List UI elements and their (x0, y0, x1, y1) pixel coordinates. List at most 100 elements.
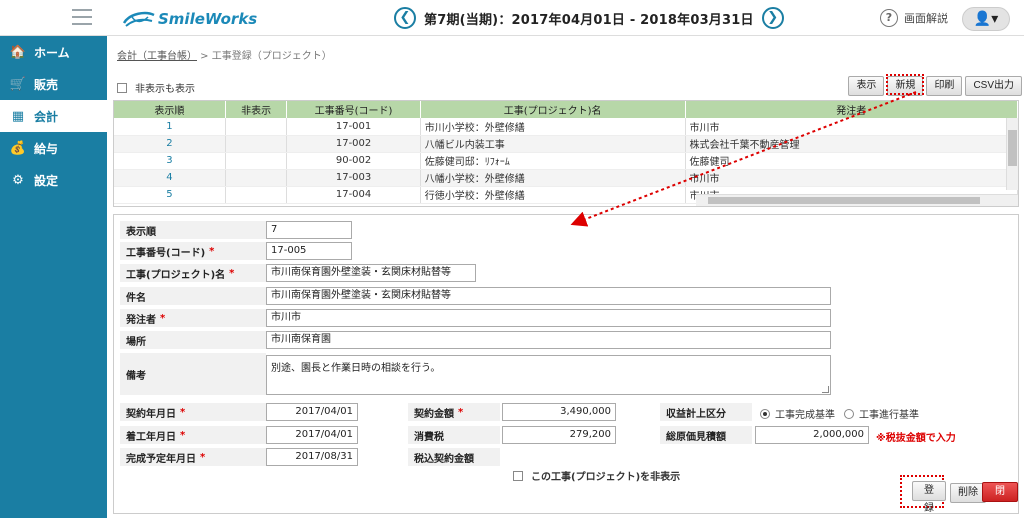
list-horizontal-scrollbar[interactable] (696, 194, 1018, 206)
radio-label: 工事完成基準 (775, 410, 835, 421)
table-header-row: 表示順 非表示 工事番号(コード) 工事(プロジェクト)名 発注者 (114, 101, 1018, 118)
sidebar-item-label: ホーム (34, 45, 70, 60)
cell-name: 行徳小学校：外壁修繕 (420, 186, 686, 204)
sidebar-item-sales[interactable]: 🛒 販売 (0, 68, 107, 100)
sidebar-item-label: 設定 (34, 173, 59, 188)
place-input[interactable]: 市川南保育園 (266, 331, 831, 349)
table-row[interactable]: 2 17-002 八幡ビル内装工事 株式会社千葉不動産管理 (114, 135, 1018, 153)
app-header: SmileWorks ❮ 第7期(当期)：2017年04月01日 - 2018年… (0, 0, 1024, 36)
subject-input[interactable]: 市川南保育園外壁塗装・玄関床材貼替等 (266, 287, 831, 305)
resize-handle-icon[interactable] (822, 386, 829, 393)
revenue-option-progress[interactable]: 工事進行基準 (844, 406, 919, 421)
client-input[interactable]: 市川市 (266, 309, 831, 327)
column-header-code[interactable]: 工事番号(コード) (286, 101, 421, 118)
print-button[interactable]: 印刷 (926, 76, 963, 96)
contract-date-input[interactable]: 2017/04/01 (266, 403, 358, 421)
breadcrumb-separator: > (197, 51, 212, 62)
cost-estimate-input[interactable]: 2,000,000 (755, 426, 869, 444)
user-menu-button[interactable]: 👤▾ (962, 7, 1010, 31)
main-content: 会計（工事台帳） > 工事登録（プロジェクト） 非表示も表示 表示 新規 印刷 … (107, 36, 1024, 518)
cell-hidden (225, 186, 288, 204)
required-mark: * (160, 312, 166, 324)
money-bag-icon: 💰 (9, 140, 27, 156)
project-list-grid[interactable]: 表示順 非表示 工事番号(コード) 工事(プロジェクト)名 発注者 1 17-0… (113, 100, 1019, 207)
list-vertical-scrollbar[interactable] (1006, 118, 1018, 190)
start-date-input[interactable]: 2017/04/01 (266, 426, 358, 444)
next-period-button[interactable]: ❯ (761, 7, 784, 29)
show-hidden-toggle[interactable]: 非表示も表示 (117, 80, 195, 95)
sidebar-item-payroll[interactable]: 💰 給与 (0, 132, 107, 164)
brand-logo[interactable]: SmileWorks (122, 8, 257, 30)
remarks-textarea[interactable]: 別途、園長と作業日時の相談を行う。 (266, 355, 831, 395)
code-label: 工事番号(コード) * (120, 242, 266, 260)
display-order-label: 表示順 (120, 221, 266, 239)
prev-period-button[interactable]: ❮ (394, 7, 416, 29)
contract-date-label: 契約年月日 * (120, 403, 266, 421)
hide-project-toggle[interactable]: この工事(プロジェクト)を非表示 (513, 468, 680, 483)
show-hidden-checkbox[interactable] (117, 82, 127, 93)
csv-export-button[interactable]: CSV出力 (965, 76, 1022, 96)
help-link[interactable]: ? 画面解説 (880, 9, 948, 27)
column-header-hidden[interactable]: 非表示 (225, 101, 288, 118)
sidebar-item-settings[interactable]: ⚙ 設定 (0, 164, 107, 196)
radio-selected-icon[interactable] (760, 408, 770, 419)
cell-client: 市川市 (685, 169, 1018, 187)
end-date-input[interactable]: 2017/08/31 (266, 448, 358, 466)
cell-name: 八幡ビル内装工事 (420, 135, 686, 153)
display-order-input[interactable]: 7 (266, 221, 352, 239)
place-label: 場所 (120, 331, 266, 349)
cart-icon: 🛒 (9, 76, 27, 92)
code-input[interactable]: 17-005 (266, 242, 352, 260)
revenue-option-completed[interactable]: 工事完成基準 (760, 406, 835, 421)
register-button[interactable]: 登録 (912, 481, 946, 514)
cell-client: 市川市 (685, 118, 1018, 136)
hamburger-menu-icon[interactable] (72, 9, 92, 25)
table-row[interactable]: 4 17-003 八幡小学校：外壁修繕 市川市 (114, 169, 1018, 187)
cell-code: 17-001 (286, 118, 421, 136)
display-button[interactable]: 表示 (848, 76, 885, 96)
table-row[interactable]: 3 90-002 佐藤健司邸：ﾘﾌｫｰﾑ 佐藤健司 (114, 152, 1018, 170)
breadcrumb: 会計（工事台帳） > 工事登録（プロジェクト） (117, 47, 332, 62)
radio-label: 工事進行基準 (859, 410, 919, 421)
cell-hidden (225, 135, 288, 153)
required-mark: * (180, 429, 186, 441)
cell-name: 八幡小学校：外壁修繕 (420, 169, 686, 187)
required-mark: * (180, 406, 186, 418)
sidebar: 🏠 ホーム 🛒 販売 ▦ 会計 💰 給与 ⚙ 設定 (0, 36, 107, 518)
sidebar-item-label: 給与 (34, 141, 59, 156)
project-name-label: 工事(プロジェクト)名 * (120, 264, 266, 282)
remarks-text: 別途、園長と作業日時の相談を行う。 (271, 363, 441, 374)
revenue-method-label: 収益計上区分 (660, 403, 752, 421)
sidebar-item-home[interactable]: 🏠 ホーム (0, 36, 107, 68)
toolbar-buttons: 表示 新規 印刷 CSV出力 (845, 76, 1022, 96)
close-button[interactable]: 閉じる (982, 482, 1018, 515)
required-mark: * (209, 245, 215, 257)
cell-code: 17-002 (286, 135, 421, 153)
tax-input[interactable]: 279,200 (502, 426, 616, 444)
cell-order[interactable]: 3 (114, 152, 226, 170)
cell-order[interactable]: 1 (114, 118, 226, 136)
highlight-new-box (886, 74, 924, 95)
breadcrumb-parent-link[interactable]: 会計（工事台帳） (117, 51, 197, 62)
scrollbar-thumb[interactable] (1008, 130, 1017, 166)
scrollbar-thumb[interactable] (708, 197, 980, 204)
cell-order[interactable]: 2 (114, 135, 226, 153)
sidebar-item-accounting[interactable]: ▦ 会計 (0, 100, 107, 132)
subject-label: 件名 (120, 287, 266, 305)
cell-client: 佐藤健司 (685, 152, 1018, 170)
calculator-icon: ▦ (11, 108, 25, 124)
remarks-label: 備考 (120, 353, 266, 395)
column-header-name[interactable]: 工事(プロジェクト)名 (420, 101, 686, 118)
column-header-order[interactable]: 表示順 (114, 101, 226, 118)
cell-order[interactable]: 4 (114, 169, 226, 187)
radio-unselected-icon[interactable] (844, 408, 854, 419)
contract-amount-label: 契約金額 * (408, 403, 500, 421)
hide-project-checkbox[interactable] (513, 470, 523, 481)
table-row[interactable]: 1 17-001 市川小学校：外壁修繕 市川市 (114, 118, 1018, 136)
cell-order[interactable]: 5 (114, 186, 226, 204)
delete-button[interactable]: 削除 (950, 483, 986, 503)
project-name-input[interactable]: 市川南保育園外壁塗装・玄関床材貼替等 (266, 264, 476, 282)
column-header-client[interactable]: 発注者 (685, 101, 1018, 118)
cell-hidden (225, 169, 288, 187)
contract-amount-input[interactable]: 3,490,000 (502, 403, 616, 421)
